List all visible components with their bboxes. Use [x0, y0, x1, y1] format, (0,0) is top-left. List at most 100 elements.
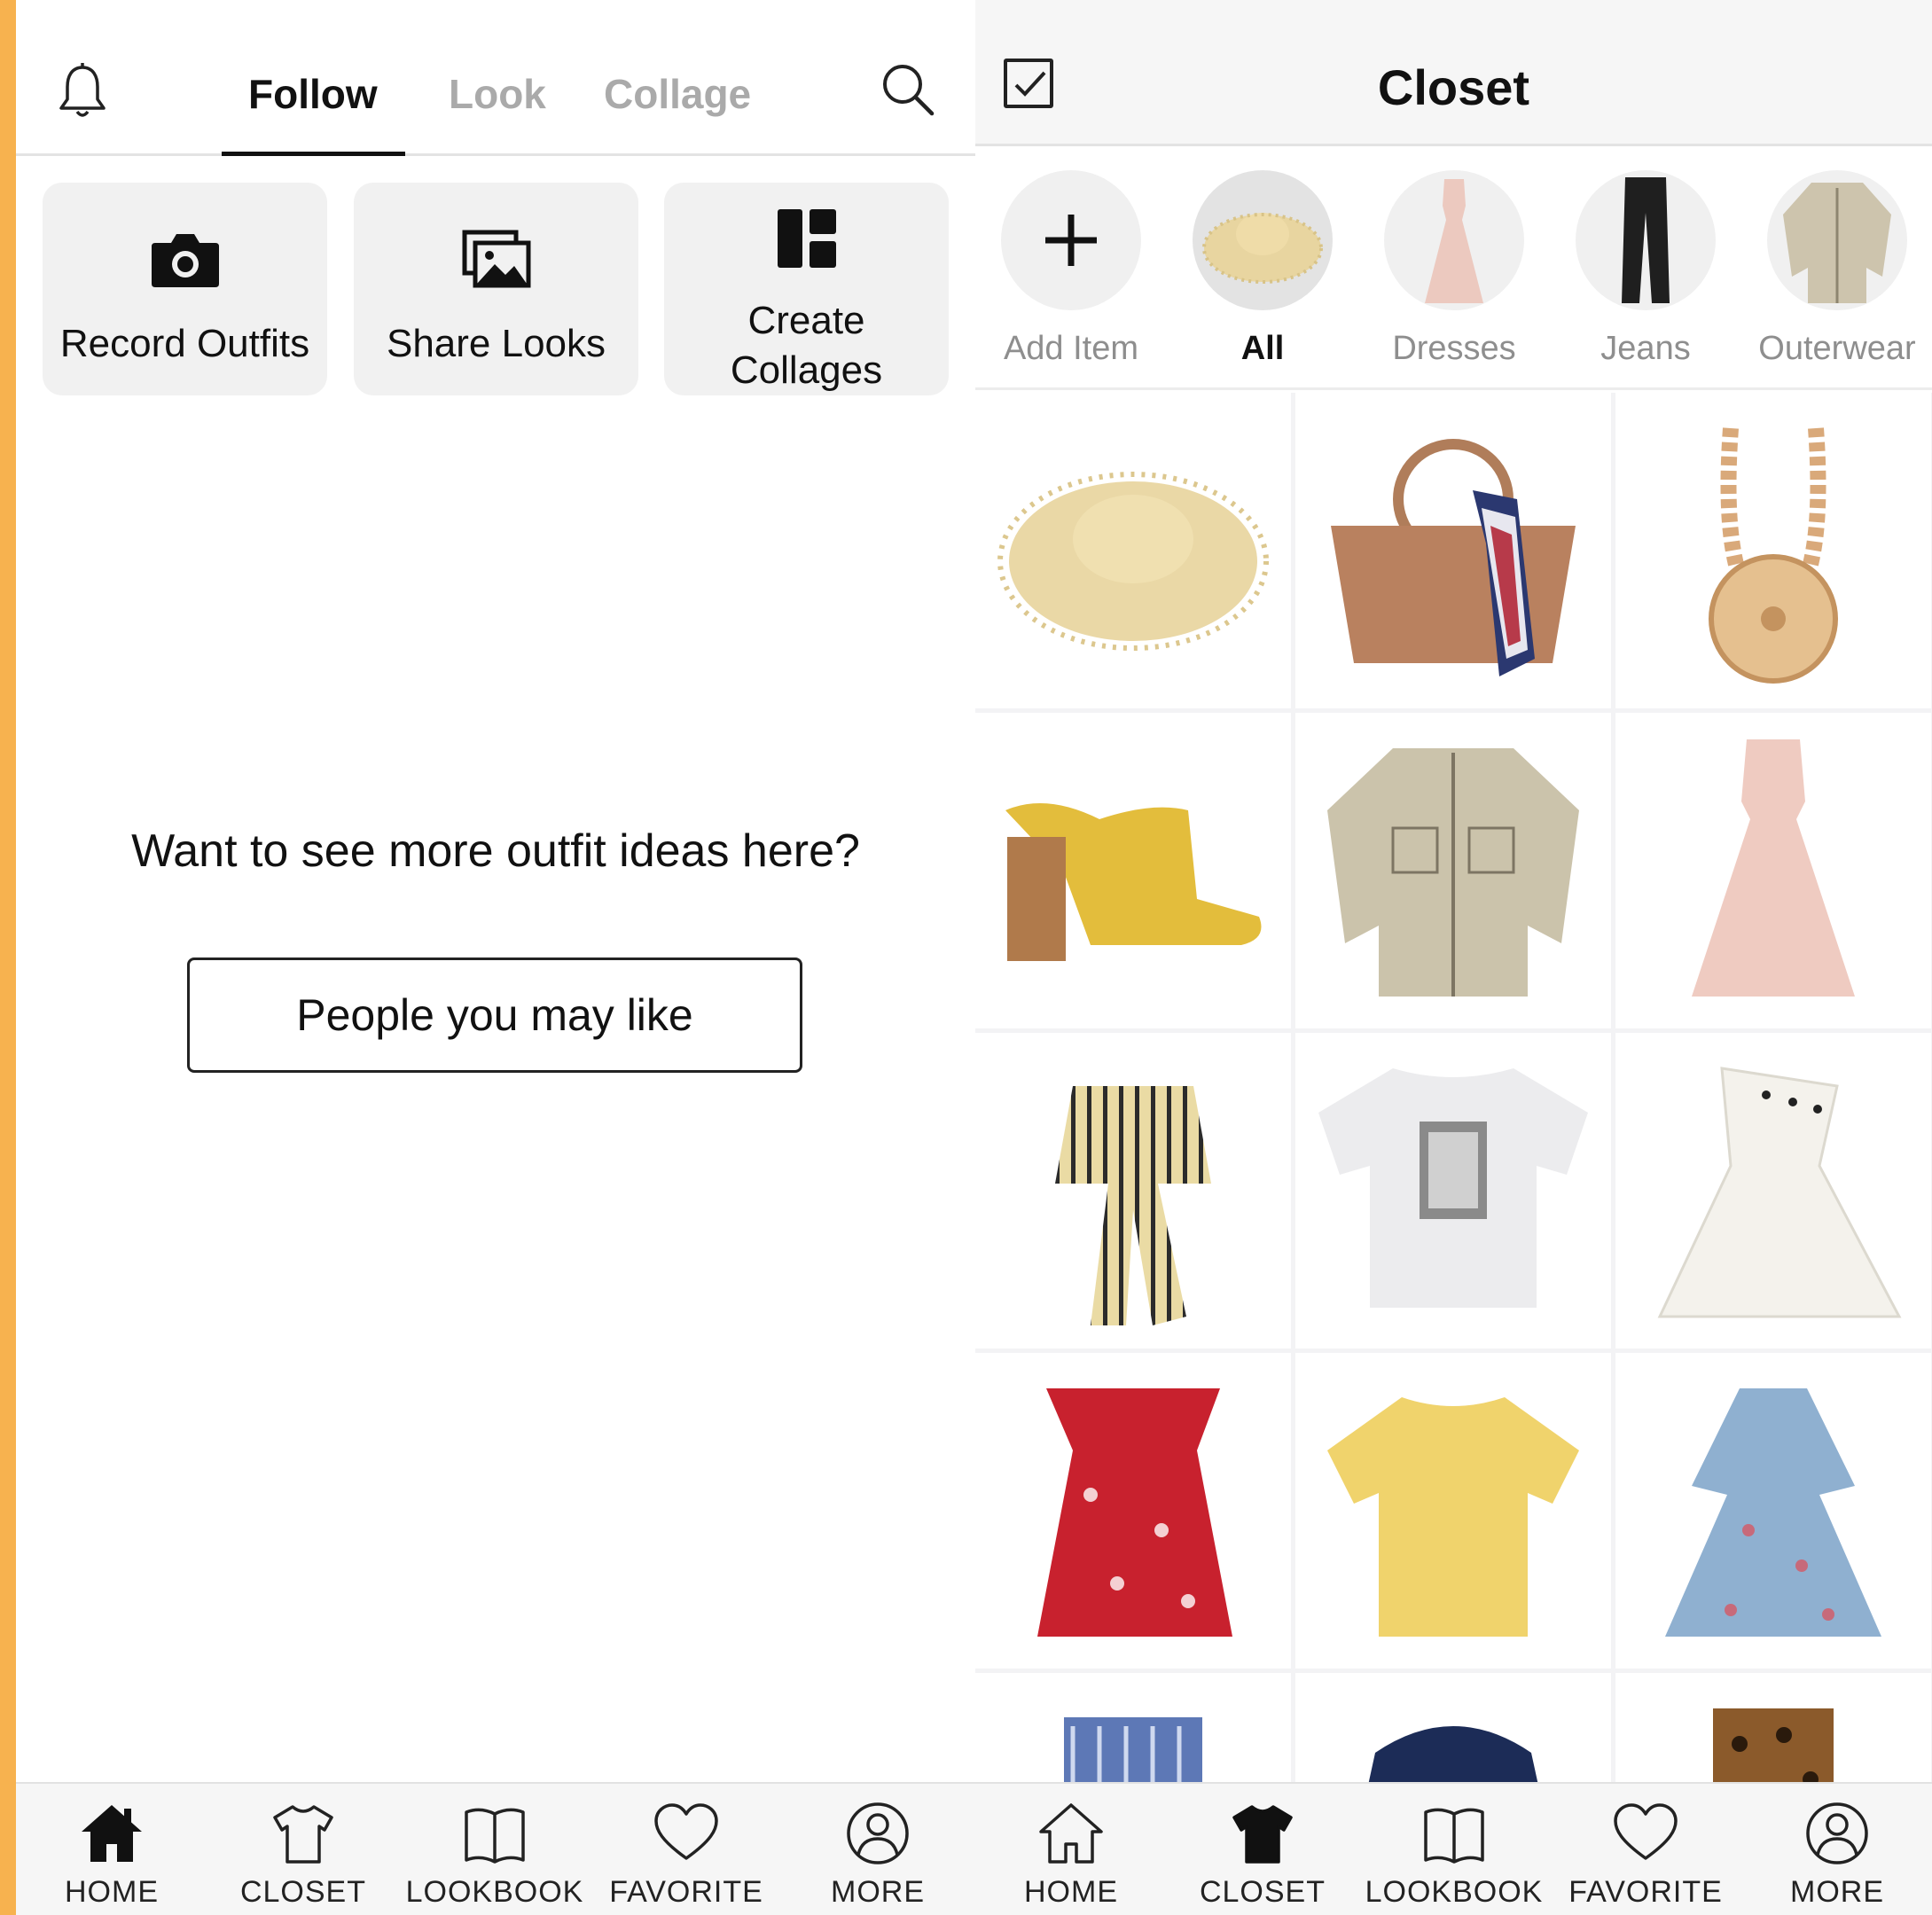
closet-item-leopard-skirt[interactable] — [1615, 1673, 1931, 1782]
category-strip: Add Item All Dresses Jeans Outerwear — [975, 149, 1932, 390]
bead-handle-bag-image — [1709, 427, 1838, 684]
nav-label: FAVORITE — [1568, 1875, 1723, 1909]
bottom-nav: HOME CLOSET LOOKBOOK FAVORITE MORE — [16, 1782, 975, 1915]
closet-item-pink-maxi-dress[interactable] — [1615, 713, 1931, 1028]
nav-more[interactable]: MORE — [782, 1784, 974, 1915]
record-outfits-label: Record Outfits — [59, 322, 310, 365]
nav-favorite[interactable]: FAVORITE — [591, 1784, 782, 1915]
closet-screen: Closet Add Item All Dresses Jeans Outerw… — [975, 0, 1932, 1915]
nav-lookbook[interactable]: LOOKBOOK — [1358, 1784, 1550, 1915]
closet-header: Closet — [975, 0, 1932, 146]
category-thumb — [1001, 170, 1141, 310]
nav-label: CLOSET — [239, 1875, 367, 1909]
home-icon — [82, 1805, 142, 1862]
tab-collage[interactable]: Collage — [604, 69, 751, 119]
nav-lookbook[interactable]: LOOKBOOK — [399, 1784, 591, 1915]
category-thumb — [1384, 170, 1524, 310]
graphic-tee-image — [1318, 1068, 1588, 1308]
blue-striped-top-image — [1064, 1717, 1202, 1782]
category-thumb — [1193, 170, 1333, 310]
nav-label: FAVORITE — [609, 1875, 763, 1909]
accent-strip — [0, 0, 16, 1915]
page-title: Closet — [1377, 59, 1530, 115]
red-floral-dress-image — [1037, 1388, 1232, 1637]
share-looks-label: Share Looks — [386, 322, 606, 365]
nav-label: CLOSET — [1199, 1875, 1326, 1909]
closet-item-graphic-tee[interactable] — [1295, 1033, 1611, 1348]
camera-icon — [151, 234, 219, 287]
jacket-thumb — [1783, 183, 1891, 303]
book-icon — [1424, 1808, 1484, 1864]
home-icon — [1039, 1803, 1103, 1864]
create-collages-card[interactable]: Create Collages — [664, 183, 949, 395]
share-looks-card[interactable]: Share Looks — [354, 183, 638, 395]
straw-hat-image — [997, 472, 1269, 651]
record-outfits-card[interactable]: Record Outfits — [43, 183, 327, 395]
nav-label: HOME — [1024, 1875, 1118, 1909]
bottom-nav: HOME CLOSET LOOKBOOK FAVORITE MORE — [975, 1782, 1932, 1915]
yellow-mule-image — [1005, 803, 1262, 961]
utility-jacket-image — [1327, 748, 1579, 997]
tab-look[interactable]: Look — [449, 69, 546, 119]
people-you-may-like-button[interactable]: People you may like — [187, 958, 802, 1073]
closet-item-blue-floral-dress[interactable] — [1615, 1353, 1931, 1669]
closet-item-white-dress[interactable] — [1615, 1033, 1931, 1348]
closet-item-yellow-tee[interactable] — [1295, 1353, 1611, 1669]
heart-icon — [654, 1803, 718, 1860]
closet-item-navy-ruffle-top[interactable] — [1295, 1673, 1611, 1782]
closet-item-red-floral-dress[interactable] — [975, 1353, 1291, 1669]
category-label: Dresses — [1392, 330, 1516, 367]
nav-label: HOME — [65, 1875, 159, 1909]
closet-item-straw-hat[interactable] — [975, 393, 1291, 708]
home-header: Follow Look Collage — [16, 0, 975, 156]
nav-label: MORE — [1790, 1875, 1884, 1909]
tab-follow[interactable]: Follow — [248, 69, 378, 119]
closet-item-blue-striped-top[interactable] — [975, 1673, 1291, 1782]
closet-item-striped-crop-top[interactable] — [975, 1033, 1291, 1348]
closet-grid — [975, 393, 1932, 1782]
closet-item-yellow-mule[interactable] — [975, 713, 1291, 1028]
dress-thumb — [1425, 179, 1483, 303]
photos-icon — [462, 230, 530, 288]
nav-label: LOOKBOOK — [1365, 1875, 1544, 1909]
profile-icon — [1806, 1802, 1868, 1864]
woven-bag-image — [1331, 439, 1576, 676]
jeans-thumb — [1622, 177, 1670, 303]
category-label: Add Item — [1003, 330, 1139, 367]
outfit-ideas-prompt: Want to see more outfit ideas here? — [131, 825, 860, 877]
create-collages-label: Create Collages — [730, 299, 883, 392]
navy-ruffle-top-image — [1368, 1726, 1538, 1782]
yellow-tee-image — [1327, 1397, 1579, 1637]
active-tab-indicator — [222, 152, 405, 156]
nav-home[interactable]: HOME — [975, 1784, 1167, 1915]
closet-item-bead-handle-bag[interactable] — [1615, 393, 1931, 708]
home-screen: Follow Look Collage Record Outfits Share… — [16, 0, 975, 1915]
category-thumb — [1767, 170, 1907, 310]
pink-maxi-dress-image — [1692, 739, 1855, 997]
nav-home[interactable]: HOME — [16, 1784, 207, 1915]
closet-item-utility-jacket[interactable] — [1295, 713, 1611, 1028]
closet-item-woven-bag[interactable] — [1295, 393, 1611, 708]
book-icon — [465, 1808, 525, 1864]
heart-icon — [1614, 1803, 1678, 1860]
leopard-skirt-image — [1713, 1708, 1834, 1782]
plus-icon — [1045, 215, 1097, 266]
bell-icon[interactable] — [56, 62, 109, 121]
category-label: Outerwear — [1758, 330, 1916, 367]
category-thumb — [1576, 170, 1716, 310]
nav-more[interactable]: MORE — [1741, 1784, 1932, 1915]
category-label: Jeans — [1600, 330, 1691, 367]
nav-favorite[interactable]: FAVORITE — [1550, 1784, 1741, 1915]
search-icon[interactable] — [880, 62, 935, 117]
nav-closet[interactable]: CLOSET — [1167, 1784, 1358, 1915]
profile-icon — [847, 1802, 909, 1864]
striped-crop-top-image — [1055, 1086, 1211, 1325]
collage-layout-icon — [777, 209, 836, 268]
tshirt-icon — [273, 1805, 333, 1864]
blue-floral-dress-image — [1665, 1388, 1881, 1637]
white-dress-image — [1657, 1067, 1902, 1318]
nav-label: LOOKBOOK — [405, 1875, 584, 1909]
nav-closet[interactable]: CLOSET — [207, 1784, 399, 1915]
straw-hat-thumb — [1202, 213, 1323, 284]
nav-label: MORE — [831, 1875, 925, 1909]
